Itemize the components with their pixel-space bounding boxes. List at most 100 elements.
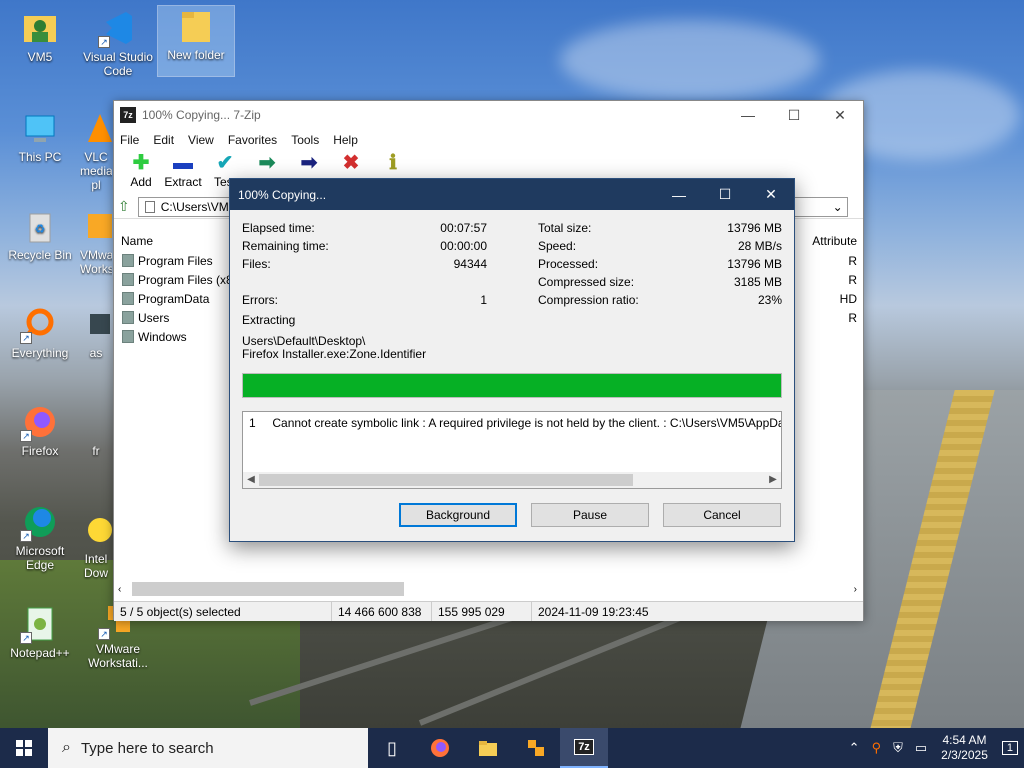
folder-icon bbox=[176, 6, 216, 46]
scrollbar-thumb[interactable] bbox=[259, 474, 633, 486]
progress-bar bbox=[242, 373, 782, 398]
dialog-maximize-button[interactable]: ☐ bbox=[702, 179, 748, 210]
stat-total-size: Total size: 13796 MB bbox=[538, 221, 782, 235]
minimize-button[interactable]: — bbox=[725, 101, 771, 129]
shortcut-arrow-icon: ↗ bbox=[98, 628, 110, 640]
pause-button[interactable]: Pause bbox=[531, 503, 649, 527]
folder-icon bbox=[122, 254, 134, 267]
desktop-icon-recycle-bin[interactable]: ♻ Recycle Bin bbox=[2, 206, 78, 262]
network-icon[interactable]: ▭ bbox=[915, 740, 927, 756]
column-name[interactable]: Name bbox=[114, 234, 153, 248]
title-bar[interactable]: 7z 100% Copying... 7-Zip — ☐ ✕ bbox=[114, 101, 863, 129]
menu-tools[interactable]: Tools bbox=[291, 133, 319, 147]
desktop-icon-everything[interactable]: ↗ Everything bbox=[2, 304, 78, 360]
7zip-taskbar-icon[interactable]: 7z bbox=[560, 728, 608, 768]
folder-icon bbox=[122, 273, 134, 286]
current-file-path: Users\Default\Desktop\ Firefox Installer… bbox=[242, 334, 427, 361]
status-size: 14 466 600 838 bbox=[332, 602, 432, 621]
copy-arrow-icon: ➡ bbox=[258, 152, 276, 174]
error-log[interactable]: 1 Cannot create symbolic link : A requir… bbox=[242, 411, 782, 489]
shortcut-arrow-icon: ↗ bbox=[20, 332, 32, 344]
close-button[interactable]: ✕ bbox=[817, 101, 863, 129]
cloud bbox=[560, 20, 820, 100]
desktop-icon-this-pc[interactable]: This PC bbox=[2, 108, 78, 164]
vlc-cone-icon bbox=[80, 108, 112, 148]
shortcut-arrow-icon: ↗ bbox=[20, 632, 32, 644]
task-view-icon[interactable]: ▯ bbox=[368, 728, 416, 768]
folder-icon bbox=[122, 292, 134, 305]
desktop-icon-intel[interactable]: Intel Dow bbox=[80, 510, 112, 580]
status-bar: 5 / 5 object(s) selected 14 466 600 838 … bbox=[114, 601, 863, 621]
desktop-icon-vscode[interactable]: ↗ Visual Studio Code bbox=[80, 8, 156, 78]
vscode-icon: ↗ bbox=[98, 8, 138, 48]
search-icon: ⌕ bbox=[62, 739, 71, 756]
status-packed-size: 155 995 029 bbox=[432, 602, 532, 621]
stat-compression-ratio: Compression ratio: 23% bbox=[538, 293, 782, 307]
copying-dialog[interactable]: 100% Copying... — ☐ ✕ Elapsed time: 00:07… bbox=[229, 178, 795, 542]
menu-file[interactable]: File bbox=[120, 133, 139, 147]
file-explorer-icon[interactable] bbox=[464, 728, 512, 768]
minus-icon: ▬ bbox=[173, 152, 193, 174]
menu-view[interactable]: View bbox=[188, 133, 214, 147]
dialog-minimize-button[interactable]: — bbox=[656, 179, 702, 210]
security-shield-icon[interactable]: ⛨ bbox=[893, 740, 903, 756]
stat-processed: Processed: 13796 MB bbox=[538, 257, 782, 271]
scroll-left-icon[interactable]: ◀ bbox=[243, 472, 259, 488]
stat-speed: Speed: 28 MB/s bbox=[538, 239, 782, 253]
recycle-bin-icon: ♻ bbox=[20, 206, 60, 246]
scroll-right-icon[interactable]: ▶ bbox=[765, 472, 781, 488]
menu-favorites[interactable]: Favorites bbox=[228, 133, 277, 147]
column-attributes[interactable]: Attribute bbox=[812, 234, 857, 248]
desktop-icon-fr[interactable]: fr bbox=[80, 402, 112, 458]
up-folder-icon[interactable]: ⇧ bbox=[118, 198, 130, 215]
stat-files: Files: 94344 bbox=[242, 257, 487, 271]
firefox-taskbar-icon[interactable] bbox=[416, 728, 464, 768]
desktop-icon-vmware[interactable]: VMware Worksta bbox=[80, 206, 112, 276]
magnifier-icon: ↗ bbox=[20, 304, 60, 344]
user-folder-icon bbox=[20, 8, 60, 48]
dialog-title-bar[interactable]: 100% Copying... — ☐ ✕ bbox=[230, 179, 794, 210]
desktop-icon-vm5[interactable]: VM5 bbox=[2, 8, 78, 64]
shortcut-arrow-icon: ↗ bbox=[20, 530, 32, 542]
scrollbar-thumb[interactable] bbox=[132, 582, 404, 596]
plus-icon: ✚ bbox=[132, 152, 150, 174]
vmware-icon bbox=[80, 206, 112, 246]
log-horizontal-scrollbar[interactable]: ◀ ▶ bbox=[243, 472, 781, 488]
desktop-icon-vlc[interactable]: VLC media pl bbox=[80, 108, 112, 192]
status-date: 2024-11-09 19:23:45 bbox=[538, 605, 649, 619]
progress-fill bbox=[243, 374, 781, 397]
extract-button[interactable]: ▬ Extract bbox=[162, 151, 204, 195]
background-button[interactable]: Background bbox=[399, 503, 517, 527]
taskbar: ⌕ Type here to search ▯ 7z ⌃ ⚲ ⛨ ▭ 4:54 … bbox=[0, 728, 1024, 768]
cancel-button[interactable]: Cancel bbox=[663, 503, 781, 527]
operation-label: Extracting bbox=[242, 313, 296, 327]
vmware-taskbar-icon[interactable] bbox=[512, 728, 560, 768]
notification-center-icon[interactable]: 1 bbox=[1001, 741, 1018, 755]
clock[interactable]: 4:54 AM 2/3/2025 bbox=[941, 733, 988, 763]
checkmark-icon: ✔ bbox=[216, 152, 234, 174]
desktop-icon-new-folder[interactable]: New folder bbox=[157, 5, 235, 77]
stat-compressed-size: Compressed size: 3185 MB bbox=[538, 275, 782, 289]
desktop-icon-edge[interactable]: ↗ Microsoft Edge bbox=[2, 502, 78, 572]
horizontal-scrollbar[interactable]: ‹ › bbox=[114, 581, 863, 597]
app-icon bbox=[80, 304, 112, 344]
menu-help[interactable]: Help bbox=[333, 133, 358, 147]
scroll-right-icon[interactable]: › bbox=[854, 584, 857, 595]
chevron-down-icon[interactable]: ⌄ bbox=[833, 200, 843, 214]
scroll-left-icon[interactable]: ‹ bbox=[118, 584, 121, 595]
chevron-up-icon[interactable]: ⌃ bbox=[849, 740, 860, 756]
everything-tray-icon[interactable]: ⚲ bbox=[872, 740, 882, 756]
add-button[interactable]: ✚ Add bbox=[120, 151, 162, 195]
start-button[interactable] bbox=[0, 728, 48, 768]
menu-edit[interactable]: Edit bbox=[153, 133, 174, 147]
dialog-close-button[interactable]: ✕ bbox=[748, 179, 794, 210]
desktop-icon-notepadpp[interactable]: ↗ Notepad++ bbox=[2, 604, 78, 660]
search-box[interactable]: ⌕ Type here to search bbox=[48, 728, 368, 768]
desktop-icon-firefox[interactable]: ↗ Firefox bbox=[2, 402, 78, 458]
stats-right: Total size: 13796 MB Speed: 28 MB/s Proces… bbox=[538, 221, 782, 311]
desktop-icon-as[interactable]: as bbox=[80, 304, 112, 360]
log-entry[interactable]: 1 Cannot create symbolic link : A requir… bbox=[249, 416, 781, 430]
app-icon bbox=[80, 402, 112, 442]
maximize-button[interactable]: ☐ bbox=[771, 101, 817, 129]
menu-bar: File Edit View Favorites Tools Help bbox=[114, 129, 863, 151]
